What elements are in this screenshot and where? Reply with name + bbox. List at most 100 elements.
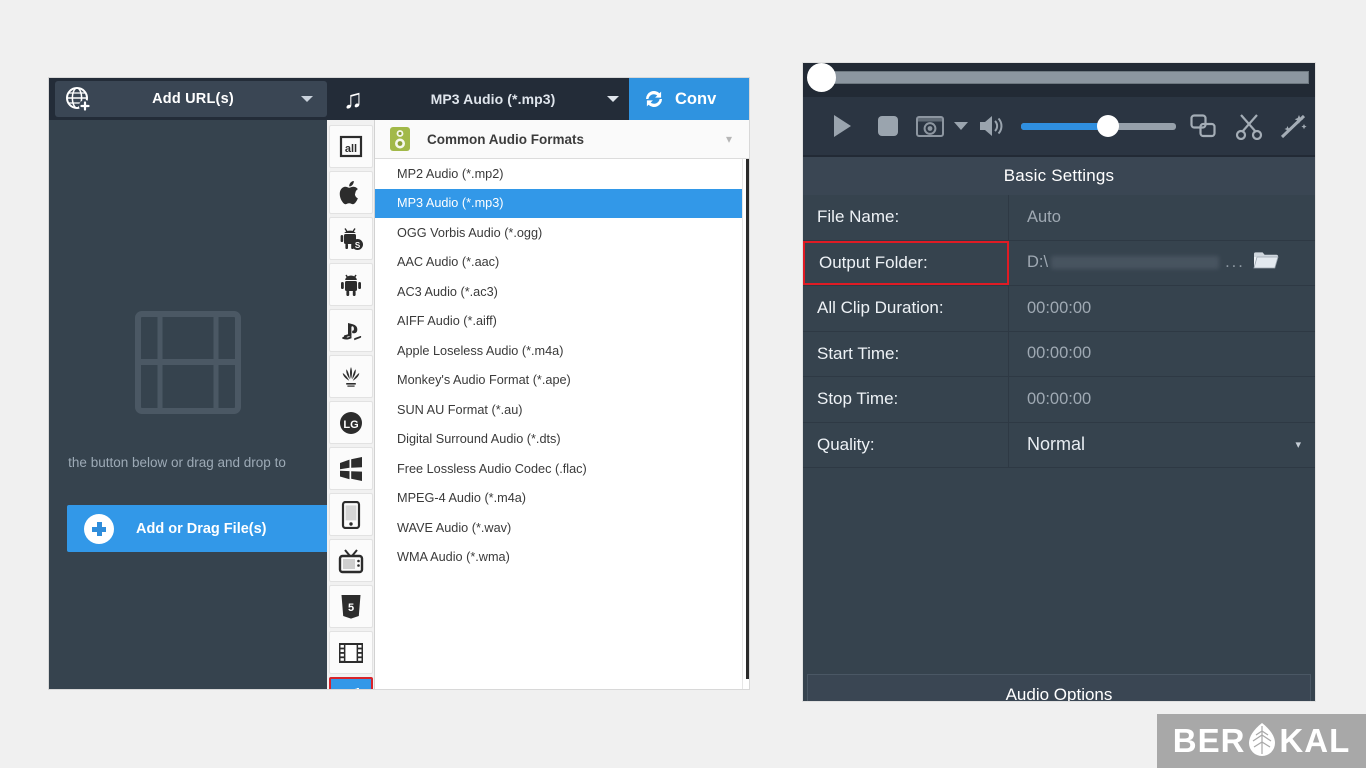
chevron-down-icon[interactable]: ▾ xyxy=(1295,423,1301,468)
category-playstation[interactable] xyxy=(328,309,373,352)
volume-handle[interactable] xyxy=(1097,115,1119,137)
seek-handle[interactable] xyxy=(807,63,836,92)
setting-value[interactable]: 00:00:00 xyxy=(1009,377,1315,422)
category-audio[interactable] xyxy=(328,677,373,689)
chevron-down-icon[interactable]: ▾ xyxy=(726,132,732,146)
path-ellipsis: ... xyxy=(1225,253,1245,272)
folder-open-icon[interactable] xyxy=(1253,250,1279,275)
setting-value[interactable]: Auto xyxy=(1009,195,1315,240)
setting-row-quality[interactable]: Quality: Normal ▾ xyxy=(803,422,1315,468)
svg-text:LG: LG xyxy=(343,419,358,431)
category-mobile-phone[interactable] xyxy=(328,493,373,536)
play-icon[interactable] xyxy=(819,106,865,146)
category-tv[interactable] xyxy=(328,539,373,582)
format-item[interactable]: WAVE Audio (*.wav) xyxy=(375,513,749,543)
film-strip-icon xyxy=(134,310,242,420)
camera-snapshot-icon[interactable] xyxy=(911,106,949,146)
sync-refresh-icon xyxy=(640,85,668,113)
format-list-scrollbar[interactable] xyxy=(742,159,749,689)
speaker-volume-icon[interactable] xyxy=(973,106,1015,146)
format-item[interactable]: WMA Audio (*.wma) xyxy=(375,543,749,573)
stop-icon[interactable] xyxy=(865,106,911,146)
setting-label: Start Time: xyxy=(803,331,1009,376)
format-item[interactable]: AAC Audio (*.aac) xyxy=(375,248,749,278)
category-all-formats[interactable]: all xyxy=(328,125,373,168)
plus-circle-icon xyxy=(84,513,114,544)
format-dropdown-caret-icon[interactable] xyxy=(607,96,619,102)
magic-wand-icon[interactable] xyxy=(1279,113,1309,140)
settings-empty-area xyxy=(803,468,1315,674)
format-item[interactable]: MP2 Audio (*.mp2) xyxy=(375,159,749,189)
convert-button-label: Conv xyxy=(675,89,717,108)
globe-add-icon xyxy=(65,86,91,112)
drop-zone-hint: the button below or drag and drop to xyxy=(68,455,286,470)
output-path-prefix: D:\ xyxy=(1027,253,1049,272)
add-url-label: Add URL(s) xyxy=(152,91,234,107)
svg-text:5: 5 xyxy=(347,602,353,614)
category-video[interactable] xyxy=(328,631,373,674)
setting-row-start-time[interactable]: Start Time: 00:00:00 xyxy=(803,331,1315,377)
watermark-text-before: BER xyxy=(1172,722,1246,759)
file-drop-zone[interactable]: the button below or drag and drop to Add… xyxy=(49,120,343,689)
music-note-icon: ♫ xyxy=(342,83,364,114)
format-item[interactable]: OGG Vorbis Audio (*.ogg) xyxy=(375,218,749,248)
playback-seek-bar[interactable] xyxy=(803,63,1315,97)
selected-format-label: MP3 Audio (*.mp3) xyxy=(430,91,556,107)
audio-options-button[interactable]: Audio Options xyxy=(807,674,1311,701)
format-item[interactable]: Free Lossless Audio Codec (.flac) xyxy=(375,454,749,484)
redacted-path-text xyxy=(1051,256,1220,270)
add-or-drag-files-button[interactable]: Add or Drag File(s) xyxy=(67,505,343,552)
scissors-cut-icon[interactable] xyxy=(1235,113,1263,140)
setting-label: File Name: xyxy=(803,195,1009,240)
category-lg[interactable]: LG xyxy=(328,401,373,444)
clip-tools-group xyxy=(1189,113,1315,140)
merge-clips-icon[interactable] xyxy=(1189,113,1219,139)
format-item[interactable]: Monkey's Audio Format (*.ape) xyxy=(375,366,749,396)
basic-settings-table: File Name: Auto Output Folder: D:\ ... A… xyxy=(803,195,1315,674)
setting-value[interactable]: 00:00:00 xyxy=(1009,286,1315,331)
svg-text:all: all xyxy=(344,143,356,155)
setting-row-file-name[interactable]: File Name: Auto xyxy=(803,195,1315,241)
category-huawei[interactable] xyxy=(328,355,373,398)
category-android[interactable] xyxy=(328,263,373,306)
seek-track[interactable] xyxy=(813,71,1309,84)
setting-row-all-clip-duration[interactable]: All Clip Duration: 00:00:00 xyxy=(803,286,1315,332)
format-list: MP2 Audio (*.mp2) MP3 Audio (*.mp3) OGG … xyxy=(375,159,749,573)
setting-row-stop-time[interactable]: Stop Time: 00:00:00 xyxy=(803,377,1315,423)
category-samsung[interactable]: S xyxy=(328,217,373,260)
convert-button[interactable]: Conv xyxy=(629,78,749,120)
format-item[interactable]: AC3 Audio (*.ac3) xyxy=(375,277,749,307)
device-category-rail: all S LG 5 xyxy=(327,120,375,689)
format-item[interactable]: AIFF Audio (*.aiff) xyxy=(375,307,749,337)
output-format-bar: ♫ MP3 Audio (*.mp3) Conv xyxy=(327,78,749,120)
setting-value[interactable]: 00:00:00 xyxy=(1009,332,1315,377)
format-item-selected[interactable]: MP3 Audio (*.mp3) xyxy=(375,188,749,218)
converter-main-window: Add URL(s) ♫ MP3 Audio (*.mp3) Conv the … xyxy=(48,77,750,690)
setting-row-output-folder[interactable]: Output Folder: D:\ ... xyxy=(803,240,1315,286)
format-item[interactable]: SUN AU Format (*.au) xyxy=(375,395,749,425)
format-item[interactable]: Digital Surround Audio (*.dts) xyxy=(375,425,749,455)
setting-label: All Clip Duration: xyxy=(803,286,1009,331)
watermark-berkal: BER KAL xyxy=(1157,714,1366,768)
volume-slider[interactable] xyxy=(1021,115,1176,137)
volume-fill xyxy=(1021,123,1109,130)
category-html5[interactable]: 5 xyxy=(328,585,373,628)
format-group-header[interactable]: Common Audio Formats ▾ xyxy=(375,120,749,159)
format-item[interactable]: Apple Loseless Audio (*.m4a) xyxy=(375,336,749,366)
basic-settings-title: Basic Settings xyxy=(803,155,1315,195)
quality-select-value[interactable]: Normal xyxy=(1009,423,1295,468)
snapshot-dropdown-caret-icon[interactable] xyxy=(949,106,973,146)
format-item[interactable]: MPEG-4 Audio (*.m4a) xyxy=(375,484,749,514)
leaf-icon xyxy=(1246,722,1278,761)
preview-settings-window: Basic Settings File Name: Auto Output Fo… xyxy=(802,62,1316,702)
watermark-text-after: KAL xyxy=(1279,722,1351,759)
chevron-down-icon[interactable] xyxy=(301,96,313,102)
add-url-button[interactable]: Add URL(s) xyxy=(55,81,327,117)
svg-text:S: S xyxy=(354,241,360,250)
category-windows[interactable] xyxy=(328,447,373,490)
format-group-title: Common Audio Formats xyxy=(427,131,584,147)
setting-value-output-path[interactable]: D:\ ... xyxy=(1009,241,1315,286)
green-speaker-icon xyxy=(389,126,411,152)
format-list-panel: Common Audio Formats ▾ MP2 Audio (*.mp2)… xyxy=(375,120,749,689)
category-apple[interactable] xyxy=(328,171,373,214)
